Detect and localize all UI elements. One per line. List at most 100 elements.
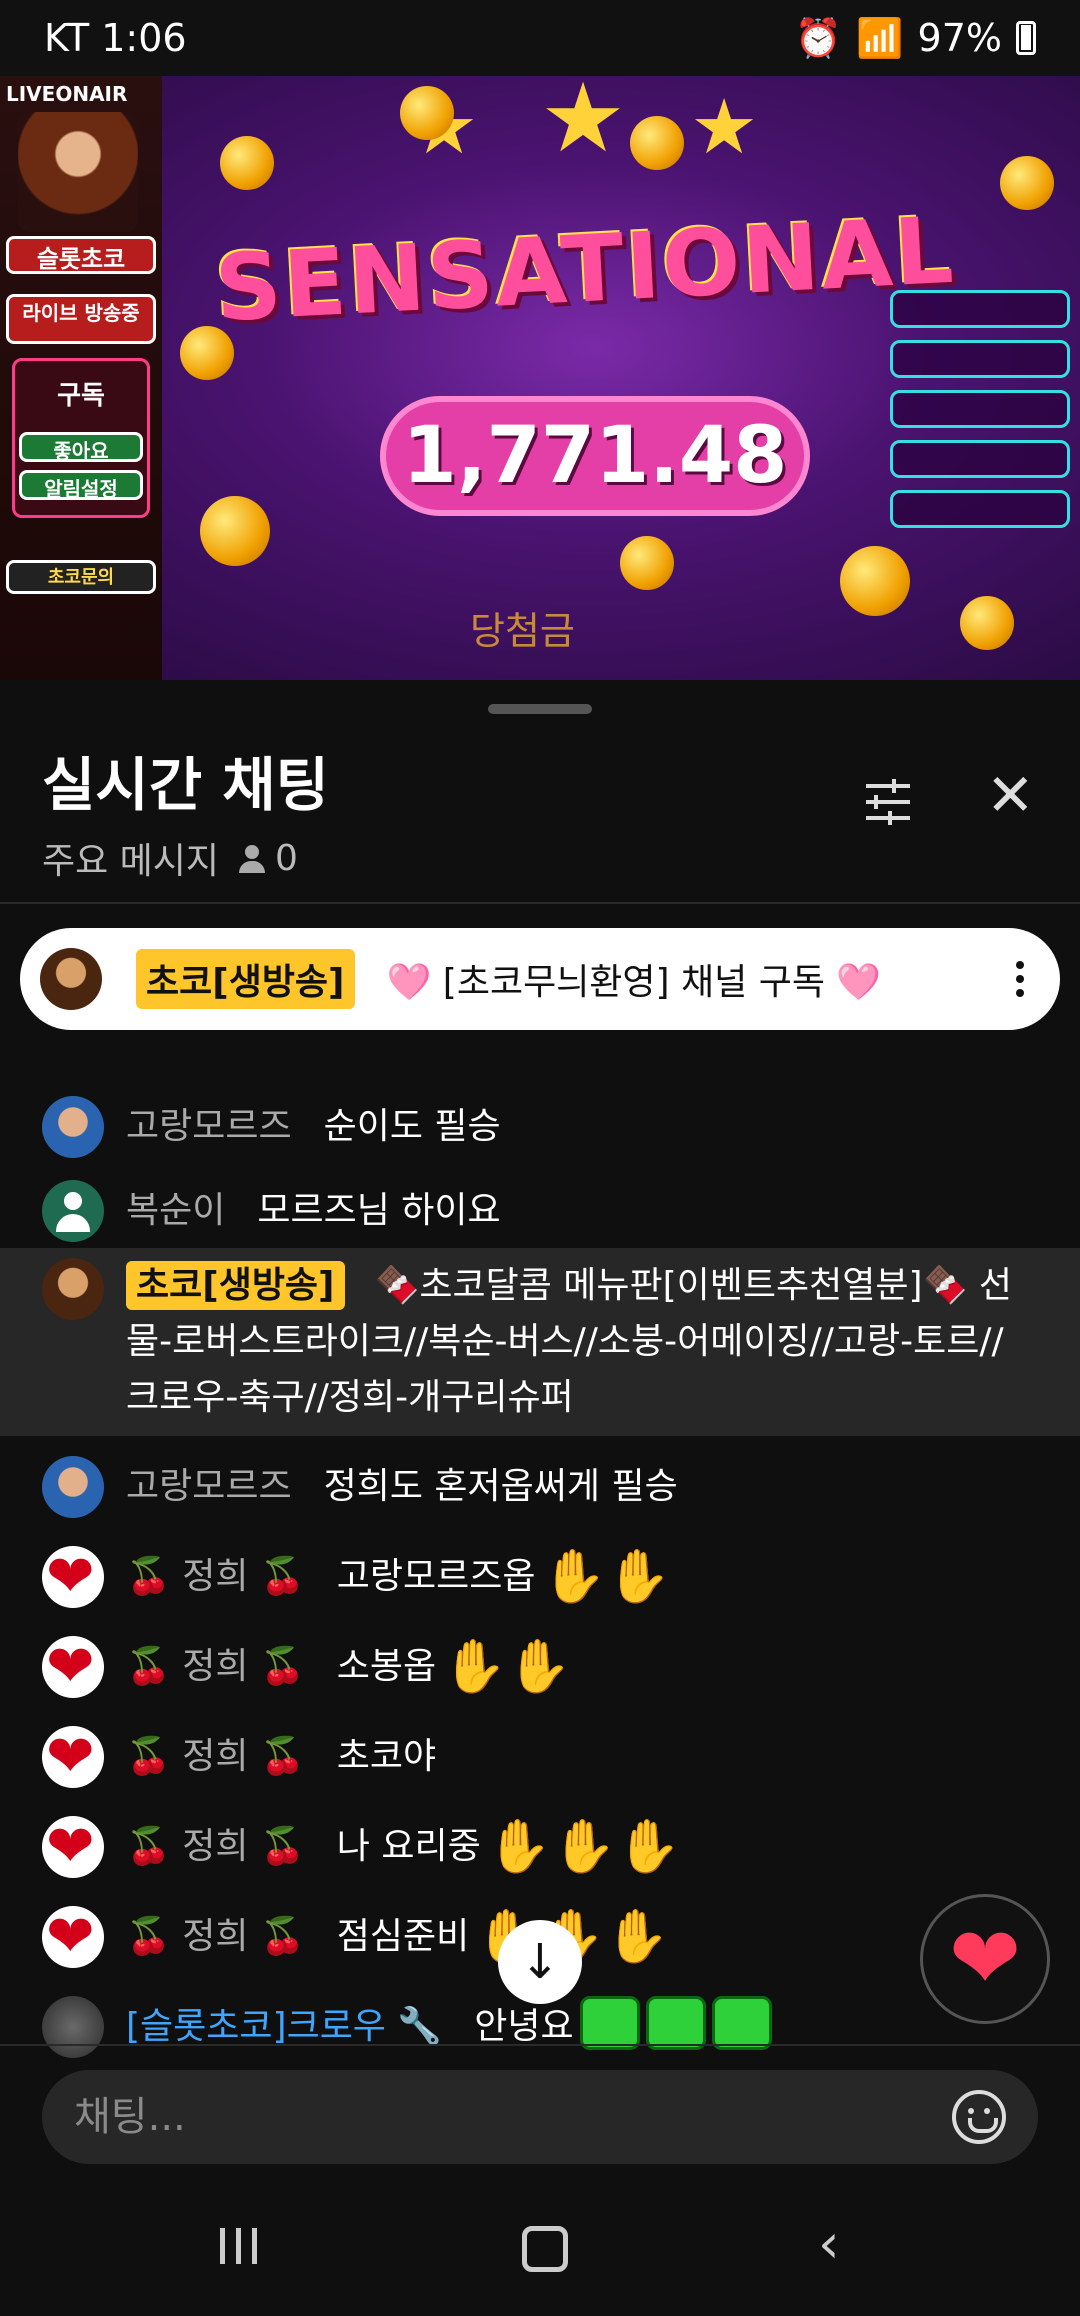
laughing-emote-icon (645, 1996, 706, 2050)
author-name[interactable]: 복순이 (126, 1180, 225, 1242)
home-button[interactable] (514, 2224, 574, 2274)
overlay-subscribe: 구독 (57, 381, 105, 411)
carrier-time: KT 1:06 (44, 16, 187, 60)
live-chat-panel: 실시간 채팅 주요 메시지 0 ✕ 초코[생방송] 🩷 [초코무늬환영] 채널 … (0, 680, 1080, 2316)
author-name[interactable]: 🍒 정희 🍒 (126, 1906, 305, 1968)
list-item: 🍒 정희 🍒 나 요리중 ✋✋✋ (0, 1812, 1080, 1880)
message-text: 정희도 혼저옵써게 필승 (323, 1466, 678, 1507)
avatar[interactable] (42, 1812, 104, 1880)
pinned-message[interactable]: 초코[생방송] 🩷 [초코무늬환영] 채널 구독 🩷 (20, 928, 1060, 1030)
chat-input-bar[interactable] (42, 2070, 1038, 2164)
chat-title: 실시간 채팅 (42, 751, 329, 819)
coin-icon (200, 496, 270, 566)
list-item: 🍒 정희 🍒 초코야 (0, 1722, 1080, 1790)
waving-hand-icon: ✋✋ (442, 1637, 572, 1697)
coin-icon (840, 546, 910, 616)
right-overlay-tags (890, 290, 1070, 540)
close-icon[interactable]: ✕ (986, 766, 1035, 824)
coin-icon (1000, 156, 1054, 210)
pinned-text: 🩷 [초코무늬환영] 채널 구독 🩷 (386, 962, 882, 1003)
overlay-badge-live: 라이브 방송중 (6, 294, 156, 344)
win-amount: 1,771.48 (380, 396, 810, 516)
scroll-to-bottom-button[interactable]: ↓ (498, 1920, 582, 2004)
win-label: 당첨금 (470, 609, 575, 653)
message-text: 나 요리중 (336, 1826, 481, 1867)
divider (0, 902, 1080, 904)
emoji-icon[interactable] (952, 2090, 1006, 2144)
viewer-count: 0 (275, 837, 298, 879)
coin-icon (620, 536, 674, 590)
video-player[interactable]: LIVEONAIR 슬롯초코 라이브 방송중 구독 좋아요 알림설정 초코문의 … (0, 76, 1080, 680)
star-icon: ★ (540, 76, 627, 174)
alarm-icon: ⏰ (794, 15, 843, 60)
avatar[interactable] (42, 1996, 104, 2058)
avatar[interactable] (42, 1542, 104, 1610)
message-text: 고랑모르즈옵 (336, 1556, 536, 1597)
laughing-emote-icon (711, 1996, 772, 2050)
avatar[interactable] (42, 1180, 104, 1242)
avatar[interactable] (42, 1632, 104, 1700)
subscribe-heart-overlay: 구독 좋아요 알림설정 (12, 358, 150, 518)
list-item: 고랑모르즈 순이도 필승 (0, 1096, 1080, 1158)
author-name[interactable]: 고랑모르즈 (126, 1456, 292, 1518)
overlay-inquiry: 초코문의 (6, 560, 156, 594)
drag-handle[interactable] (488, 704, 592, 714)
heart-reaction-button[interactable]: ❤ (920, 1894, 1050, 2024)
avatar[interactable] (42, 1722, 104, 1790)
avatar[interactable] (42, 1902, 104, 1970)
person-icon (237, 843, 267, 873)
message-text: 모르즈님 하이요 (257, 1190, 501, 1231)
system-navigation-bar: ‹ (0, 2180, 1080, 2316)
pinned-author-badge: 초코[생방송] (136, 949, 355, 1009)
author-name[interactable]: [슬롯초코]크로우 🔧 (126, 1996, 442, 2058)
recents-button[interactable] (210, 2224, 270, 2274)
list-item: [슬롯초코]크로우 🔧 안녕요 (0, 1996, 1080, 2058)
author-name[interactable]: 고랑모르즈 (126, 1096, 292, 1158)
list-item: 🍒 정희 🍒 고랑모르즈옵 ✋✋ (0, 1542, 1080, 1610)
coin-icon (960, 596, 1014, 650)
channel-overlay-sidebar: LIVEONAIR 슬롯초코 라이브 방송중 구독 좋아요 알림설정 초코문의 (0, 76, 162, 680)
list-item-highlighted: 초코[생방송] 🍫초코달콤 메뉴판[이벤트추천열분]🍫 선물-로버스트라이크//복… (0, 1248, 1080, 1436)
streamer-portrait (18, 112, 138, 232)
overlay-alarm: 알림설정 (19, 470, 143, 501)
list-item: 고랑모르즈 정희도 혼저옵써게 필승 (0, 1456, 1080, 1518)
star-icon: ★ (690, 82, 759, 171)
chat-input[interactable] (74, 2094, 952, 2140)
channel-logo: LIVEONAIR (6, 82, 128, 106)
coin-icon (400, 86, 454, 140)
status-bar: KT 1:06 ⏰ 📶 97% (0, 0, 1080, 76)
avatar[interactable] (42, 1456, 104, 1518)
list-item: 복순이 모르즈님 하이요 (0, 1180, 1080, 1242)
message-text: 순이도 필승 (323, 1106, 501, 1147)
divider (0, 2044, 1080, 2046)
battery-percent: 97% (917, 16, 1002, 60)
more-options-icon[interactable] (1000, 961, 1040, 997)
chat-mode-label[interactable]: 주요 메시지 (42, 832, 219, 884)
author-name[interactable]: 🍒 정희 🍒 (126, 1636, 305, 1698)
overlay-like: 좋아요 (19, 432, 143, 463)
author-name[interactable]: 🍒 정희 🍒 (126, 1816, 305, 1878)
avatar[interactable] (42, 1096, 104, 1158)
waving-hand-icon: ✋✋✋ (486, 1817, 681, 1877)
message-text: 소봉옵 (336, 1646, 437, 1687)
filter-settings-button[interactable] (860, 774, 916, 830)
overlay-badge-slotchoco: 슬롯초코 (6, 236, 156, 274)
message-text: 초코야 (336, 1736, 437, 1777)
game-banner: SENSATIONAL (212, 196, 958, 343)
chat-filter-selector[interactable]: 주요 메시지 0 (42, 832, 298, 884)
back-button[interactable]: ‹ (818, 2217, 878, 2274)
message-text: 점심준비 (336, 1916, 470, 1957)
message-text: 안녕요 (474, 2006, 574, 2047)
author-name[interactable]: 🍒 정희 🍒 (126, 1726, 305, 1788)
author-name[interactable]: 초코[생방송] (126, 1261, 345, 1310)
avatar (40, 948, 102, 1010)
avatar[interactable] (42, 1258, 104, 1320)
coin-icon (220, 136, 274, 190)
author-name[interactable]: 🍒 정희 🍒 (126, 1546, 305, 1608)
waving-hand-icon: ✋✋ (541, 1547, 672, 1607)
wifi-icon: 📶 (856, 15, 904, 60)
battery-icon (1016, 21, 1036, 55)
coin-icon (630, 116, 684, 170)
list-item: 🍒 정희 🍒 소봉옵 ✋✋ (0, 1632, 1080, 1700)
laughing-emote-icon (579, 1996, 640, 2050)
